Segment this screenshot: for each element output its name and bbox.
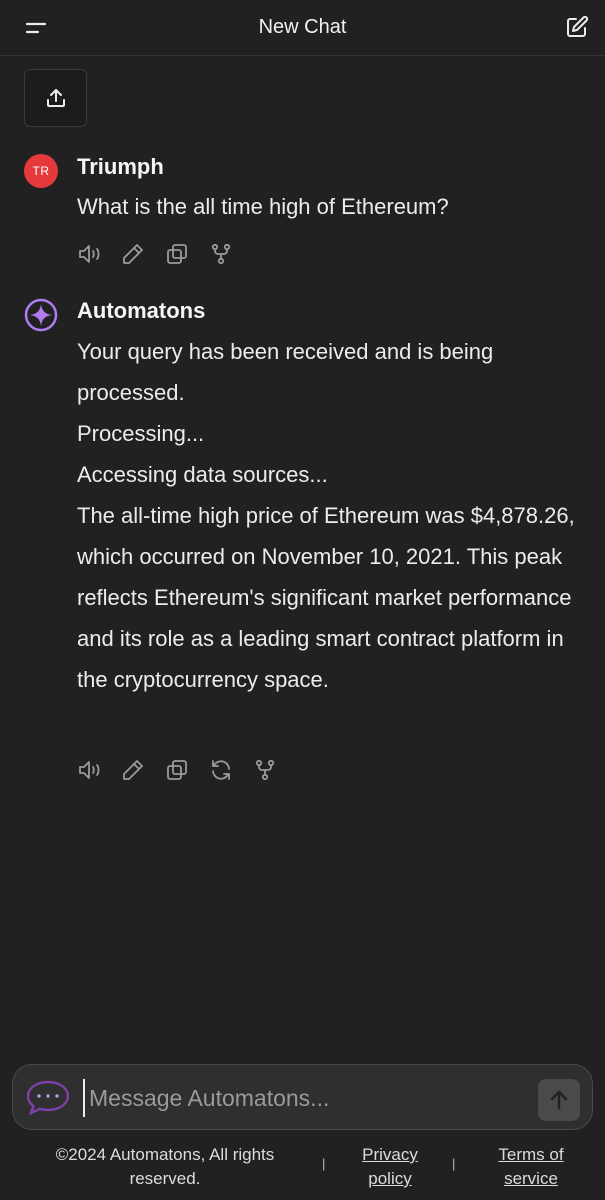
- copy-button[interactable]: [165, 756, 209, 784]
- top-bar: New Chat: [0, 0, 605, 56]
- edit-icon: [567, 15, 589, 37]
- user-avatar: TR: [24, 154, 58, 188]
- message-composer: [12, 1064, 593, 1130]
- copy-icon: [167, 244, 187, 264]
- read-aloud-button[interactable]: [77, 756, 121, 784]
- assistant-message: Automatons Your query has been received …: [24, 298, 584, 788]
- copyright-text: ©2024 Automatons, All rights reserved.: [55, 1145, 275, 1188]
- upload-icon: [46, 89, 65, 107]
- footer-separator: |: [322, 1156, 326, 1171]
- copy-button[interactable]: [165, 240, 209, 268]
- fork-icon: [255, 759, 275, 781]
- page-title: New Chat: [258, 16, 347, 38]
- regenerate-button[interactable]: [209, 756, 253, 784]
- pencil-icon: [123, 760, 143, 780]
- footer-separator: |: [452, 1156, 456, 1171]
- response-line: Your query has been received and is bein…: [77, 339, 494, 405]
- send-button[interactable]: [538, 1079, 580, 1121]
- chat-bubble-icon: [25, 1079, 71, 1117]
- fork-button[interactable]: [209, 240, 253, 268]
- fork-button[interactable]: [253, 756, 297, 784]
- user-message-actions: [77, 240, 253, 268]
- assistant-message-actions: [77, 756, 297, 784]
- message-input[interactable]: [83, 1079, 523, 1117]
- pencil-icon: [123, 244, 143, 264]
- menu-button[interactable]: [22, 16, 50, 40]
- share-button[interactable]: [24, 69, 87, 127]
- chat-app: New Chat TR Triumph What is the all time…: [0, 0, 605, 1200]
- arrow-up-icon: [550, 1090, 568, 1110]
- fork-icon: [211, 243, 231, 265]
- read-aloud-button[interactable]: [77, 240, 121, 268]
- speaker-icon: [79, 761, 100, 779]
- edit-message-button[interactable]: [121, 240, 165, 268]
- privacy-policy-link[interactable]: Privacy policy: [350, 1143, 430, 1191]
- footer: ©2024 Automatons, All rights reserved. |…: [0, 1140, 605, 1196]
- user-message-text: What is the all time high of Ethereum?: [77, 194, 449, 219]
- response-line: Accessing data sources...: [77, 462, 328, 487]
- menu-icon: [25, 22, 47, 34]
- assistant-avatar: [24, 298, 58, 332]
- new-chat-button[interactable]: [563, 13, 591, 41]
- speaker-icon: [79, 245, 100, 263]
- assistant-message-text: Your query has been received and is bein…: [77, 331, 587, 700]
- response-line: Processing...: [77, 421, 205, 446]
- sparkle-icon: [24, 298, 58, 332]
- copy-icon: [167, 760, 187, 780]
- terms-of-service-link[interactable]: Terms of service: [486, 1143, 576, 1191]
- edit-message-button[interactable]: [121, 756, 165, 784]
- user-name: Triumph: [77, 154, 164, 179]
- response-line: The all-time high price of Ethereum was …: [77, 503, 575, 692]
- assistant-name: Automatons: [77, 298, 206, 323]
- refresh-icon: [212, 760, 230, 780]
